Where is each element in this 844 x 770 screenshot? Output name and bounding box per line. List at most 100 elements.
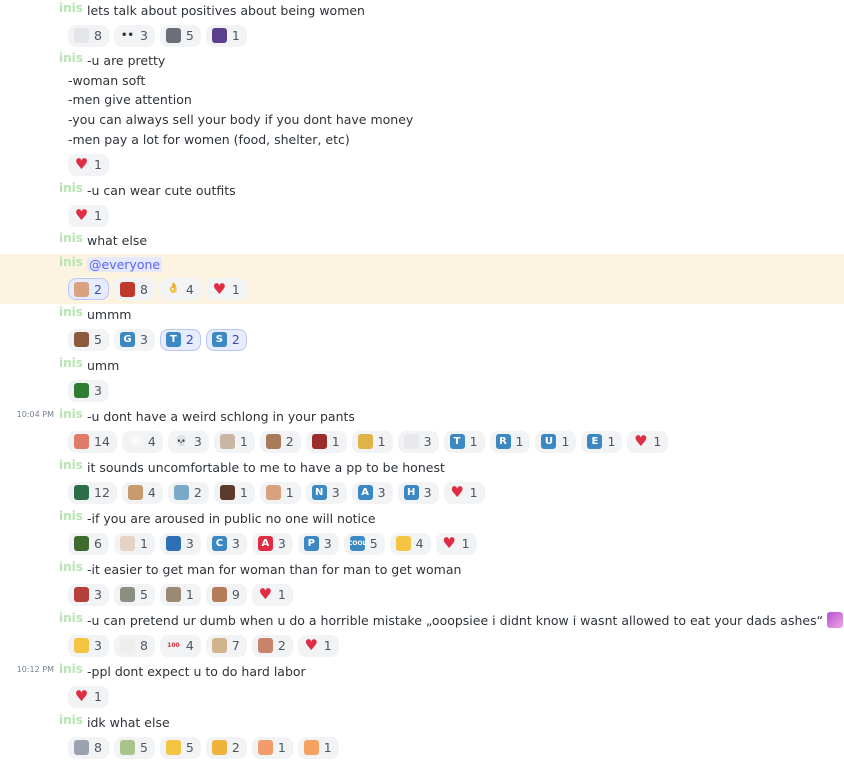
reaction-letter-p[interactable]: P3 [297,532,339,555]
reaction-heart[interactable]: ♥ 1 [68,153,109,176]
message[interactable]: inis idk what else 8 5 5 2 1 1 [0,712,844,762]
reaction-hat-sticker[interactable]: 6 [68,532,109,555]
reaction-scene-sticker[interactable]: 2 [167,481,209,504]
reaction-heart[interactable]: ♥ 1 [297,634,339,657]
message[interactable]: inis -it easier to get man for woman than… [0,559,844,609]
reaction-peach[interactable]: 1 [251,736,293,759]
message[interactable]: 10:04 PM inis -u dont have a weird schlong… [0,406,844,456]
reaction-joy[interactable]: 😂 4 [121,430,163,453]
reaction-smirk[interactable]: 3 [68,634,109,657]
reaction-bag-sticker[interactable]: 1 [305,430,347,453]
reaction-cow-sticker[interactable]: 7 [205,634,247,657]
reaction-face-sticker[interactable]: 4 [121,481,163,504]
reaction-hands-sticker[interactable]: 5 [113,736,155,759]
reaction-galaxy[interactable]: 1 [205,24,247,47]
author-name[interactable]: inis [59,560,83,574]
author-name[interactable]: inis [59,51,83,65]
author-name[interactable]: inis [59,662,83,676]
reaction-thinking[interactable]: 5 [159,736,201,759]
reaction-letter-c[interactable]: C3 [205,532,247,555]
author-name[interactable]: inis [59,231,83,245]
reaction-heart[interactable]: ♥ 1 [205,278,247,300]
reaction-cap[interactable]: 3 [159,532,201,555]
message[interactable]: inis it sounds uncomfortable to me to hav… [0,457,844,507]
reaction-snow-sticker[interactable]: 3 [397,430,439,453]
reaction-hundred[interactable]: 100 4 [159,634,201,657]
reaction-letter-s[interactable]: S2 [205,328,247,351]
reaction-wind[interactable]: 8 [68,24,109,47]
message[interactable]: 10:12 PM inis -ppl dont expect u to do har… [0,661,844,711]
reaction-relieved[interactable]: 4 [389,532,431,555]
reaction-letter-a-red[interactable]: A3 [251,532,293,555]
reaction-count: 3 [139,332,148,348]
reaction-face-outline[interactable]: 8 [113,634,155,657]
reaction-person-sticker[interactable]: 5 [68,328,109,351]
reaction-letter-h[interactable]: H3 [397,481,439,504]
author-name[interactable]: inis [59,611,83,625]
message[interactable]: inis what else [0,230,844,254]
author-name[interactable]: inis [59,1,83,15]
reaction-letter-u[interactable]: U1 [535,430,577,453]
reaction-count: 1 [323,740,332,756]
reaction-person-sticker[interactable]: 1 [213,481,255,504]
reaction-heart[interactable]: ♥ 1 [68,685,109,708]
reaction-count: 3 [423,485,432,501]
reaction-ok-hand[interactable]: 👌 4 [159,278,201,300]
reaction-cow[interactable]: 5 [159,24,201,47]
reaction-heart[interactable]: ♥ 1 [627,430,669,453]
reaction-letter-a[interactable]: A3 [351,481,393,504]
reaction-letter-n[interactable]: N3 [305,481,347,504]
reaction-face-sticker[interactable]: 2 [251,634,293,657]
reaction-letter-r[interactable]: R1 [489,430,531,453]
author-name[interactable]: inis [59,713,83,727]
message[interactable]: inis ummm 5 G 3 T 2 S 2 [0,304,844,354]
mention-everyone[interactable]: @everyone [87,257,163,272]
reaction-woman-shrug[interactable]: 2 [205,736,247,759]
message[interactable]: inis lets talk about positives about bein… [0,0,844,50]
message[interactable]: inis -if you are aroused in public no one… [0,508,844,558]
reaction-face-sticker[interactable]: 9 [205,583,247,606]
message[interactable]: inis umm 3 [0,355,844,405]
reaction-girl-sticker[interactable]: 3 [68,583,109,606]
reaction-face-sticker[interactable]: 2 [259,430,301,453]
reaction-letter-g[interactable]: G3 [113,328,155,351]
message[interactable]: inis -u can wear cute outfits ♥ 1 [0,180,844,230]
person-raising-icon [303,740,319,756]
reaction-count: 4 [147,434,156,450]
reaction-count: 5 [139,740,148,756]
reaction-letter-t[interactable]: T1 [443,430,485,453]
author-name[interactable]: inis [59,407,83,421]
reaction-crown-sticker[interactable]: 1 [351,430,393,453]
reaction-alien-sticker[interactable]: 5 [113,583,155,606]
reaction-clown-sticker[interactable]: 1 [213,430,255,453]
reaction-cool[interactable]: COOL 5 [343,532,385,555]
reaction-moai-sticker[interactable]: 8 [68,736,109,759]
reaction-train-sticker[interactable]: 12 [68,481,117,504]
reaction-face-sticker[interactable]: 1 [259,481,301,504]
reaction-peach-sticker[interactable]: 14 [68,430,117,453]
reaction-skull[interactable]: 💀 3 [167,430,209,453]
reaction-letter-e[interactable]: E1 [581,430,623,453]
reaction-heart[interactable]: ♥ 1 [251,583,293,606]
face-sticker-icon [127,485,143,501]
author-name[interactable]: inis [59,255,83,269]
reaction-eyes[interactable]: •• 3 [113,24,155,47]
message[interactable]: inis -u can pretend ur dumb when u do a h… [0,610,844,660]
reaction-face-sticker[interactable]: 2 [68,278,109,300]
message[interactable]: inis -u are pretty -woman soft -men give at… [0,50,844,180]
reaction-heart[interactable]: ♥ 1 [435,532,477,555]
reaction-heart[interactable]: ♥ 1 [68,204,109,227]
reaction-letter-t[interactable]: T2 [159,328,201,351]
author-name[interactable]: inis [59,509,83,523]
message[interactable]: inis @everyone 2 8 👌 4 ♥ 1 [0,254,844,304]
reaction-cat-sticker[interactable]: 1 [159,583,201,606]
author-name[interactable]: inis [59,305,83,319]
author-name[interactable]: inis [59,181,83,195]
reaction-heart[interactable]: ♥ 1 [443,481,485,504]
reaction-angry-sticker[interactable]: 8 [113,278,155,300]
reaction-book-sticker[interactable]: 1 [113,532,155,555]
author-name[interactable]: inis [59,458,83,472]
reaction-frog-sticker[interactable]: 3 [68,379,109,402]
author-name[interactable]: inis [59,356,83,370]
reaction-person-raising[interactable]: 1 [297,736,339,759]
